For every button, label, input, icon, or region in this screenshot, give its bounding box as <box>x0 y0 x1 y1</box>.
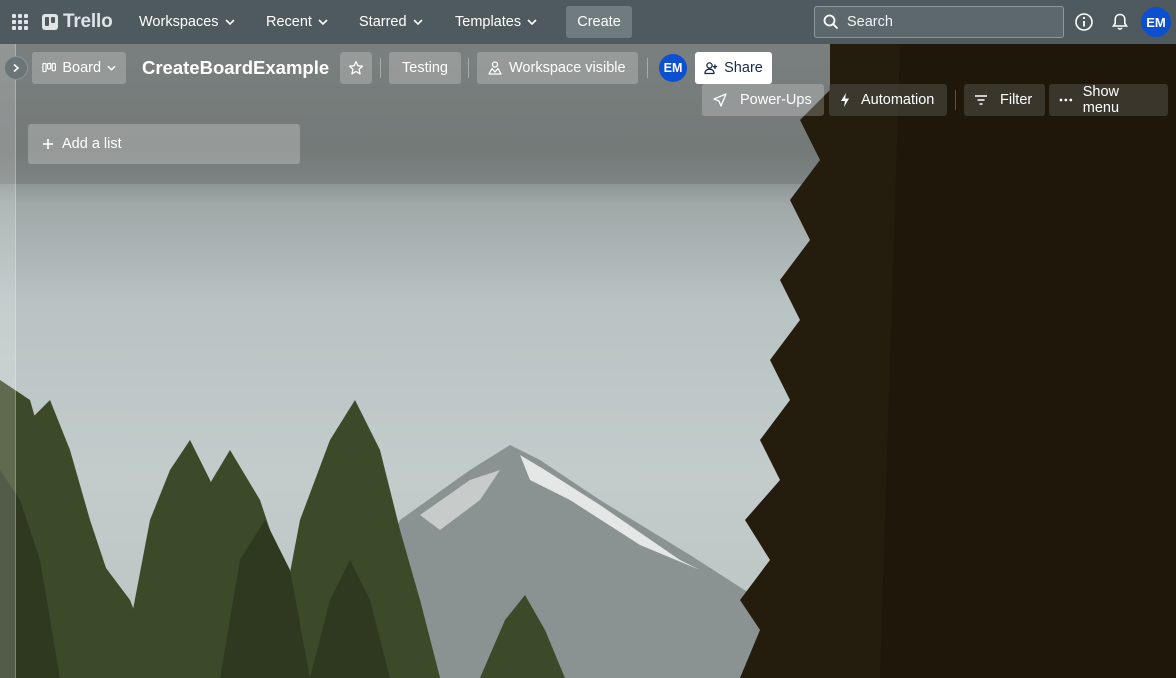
automation-button[interactable]: Automation <box>829 84 947 116</box>
trello-logo[interactable]: Trello <box>42 11 113 33</box>
starred-menu[interactable]: Starred <box>349 6 433 38</box>
apps-grid-icon[interactable] <box>11 13 29 31</box>
board-member-avatar[interactable]: EM <box>659 54 687 82</box>
chevron-down-icon <box>527 19 537 26</box>
header-divider <box>468 58 469 78</box>
sidebar-expand-button[interactable] <box>4 56 28 80</box>
recent-menu-label: Recent <box>266 14 312 30</box>
star-board-button[interactable] <box>340 52 372 84</box>
plus-icon <box>43 139 53 149</box>
workspaces-menu[interactable]: Workspaces <box>129 6 245 38</box>
share-label: Share <box>724 60 763 76</box>
show-menu-button[interactable]: Show menu <box>1049 84 1168 116</box>
search-icon <box>823 14 839 30</box>
ellipsis-icon <box>1059 98 1073 102</box>
show-menu-label: Show menu <box>1082 84 1120 116</box>
top-navigation-bar: Trello Workspaces Recent Starred Templat… <box>0 0 1176 44</box>
filter-label: Filter <box>1000 92 1033 108</box>
workspace-button[interactable]: Testing <box>389 52 461 84</box>
templates-menu[interactable]: Templates <box>445 6 547 38</box>
header-divider <box>380 58 381 78</box>
filter-button[interactable]: Filter <box>964 84 1045 116</box>
board-view-switcher[interactable]: Board <box>32 52 126 84</box>
bell-icon[interactable] <box>1110 12 1130 32</box>
info-icon[interactable] <box>1074 12 1094 32</box>
add-list-button[interactable]: Add a list <box>28 124 300 164</box>
power-ups-label: Power-Ups <box>740 92 812 108</box>
rocket-icon <box>713 93 727 107</box>
trello-logo-icon <box>42 14 58 30</box>
templates-menu-label: Templates <box>455 14 522 30</box>
recent-menu[interactable]: Recent <box>256 6 338 38</box>
chevron-down-icon <box>412 19 423 26</box>
header-divider <box>955 90 956 110</box>
create-button[interactable]: Create <box>566 6 632 38</box>
workspace-visible-icon <box>488 61 502 75</box>
search-input[interactable] <box>847 14 1047 30</box>
power-ups-button[interactable]: Power-Ups <box>702 84 824 116</box>
add-list-label: Add a list <box>62 136 122 152</box>
user-avatar[interactable]: EM <box>1141 7 1171 37</box>
starred-menu-label: Starred <box>359 14 407 30</box>
chevron-right-icon <box>13 63 20 73</box>
visibility-button[interactable]: Workspace visible <box>477 52 638 84</box>
board-icon <box>42 62 56 73</box>
star-icon <box>348 60 364 75</box>
header-divider <box>647 58 648 78</box>
lightning-icon <box>841 93 849 107</box>
share-button[interactable]: Share <box>695 52 772 84</box>
search-box[interactable] <box>814 6 1064 38</box>
chevron-down-icon <box>318 19 328 26</box>
chevron-down-icon <box>224 19 235 26</box>
workspaces-menu-label: Workspaces <box>139 14 219 30</box>
logo-text: Trello <box>63 11 113 32</box>
visibility-label: Workspace visible <box>509 60 626 76</box>
automation-label: Automation <box>861 92 935 108</box>
chevron-down-icon <box>107 65 116 71</box>
board-view-label: Board <box>62 60 102 76</box>
add-member-icon <box>704 62 718 75</box>
board-title[interactable]: CreateBoardExample <box>142 57 329 79</box>
collapsed-sidebar <box>0 44 16 678</box>
filter-icon <box>975 95 987 105</box>
